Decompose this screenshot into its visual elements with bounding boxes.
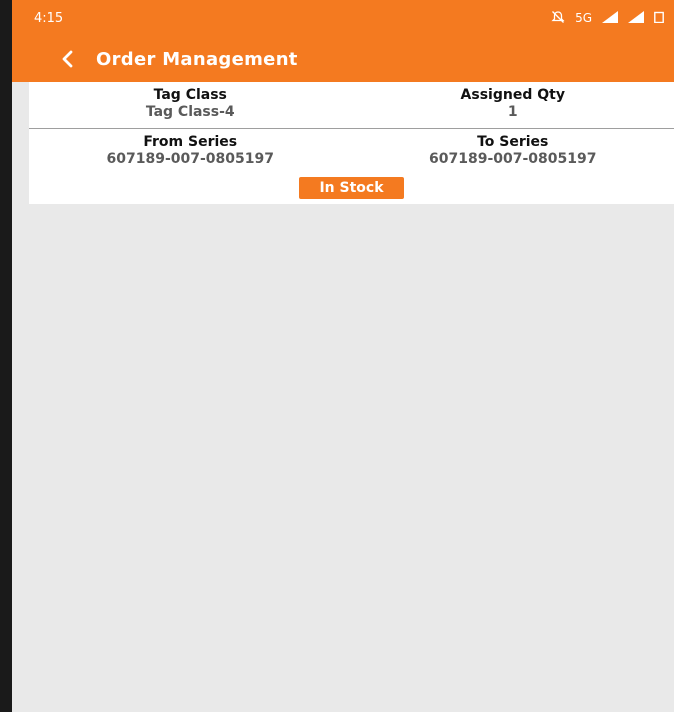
in-stock-badge[interactable]: In Stock [299, 177, 404, 199]
phone-screen: 4:15 5G Order Management Tag Class Tag C… [12, 0, 674, 712]
page-title: Order Management [96, 48, 298, 70]
from-series-label: From Series [143, 134, 238, 150]
tag-class-label: Tag Class [153, 87, 227, 103]
assigned-qty-label: Assigned Qty [460, 87, 565, 103]
tag-class-column: Tag Class Tag Class-4 [29, 82, 352, 128]
signal-icon-2 [628, 10, 644, 26]
tag-row: Tag Class Tag Class-4 Assigned Qty 1 [29, 82, 674, 129]
status-bar: 4:15 5G [12, 0, 674, 36]
signal-icon [602, 10, 618, 26]
tag-class-value: Tag Class-4 [145, 104, 235, 120]
status-icons: 5G [551, 10, 664, 27]
from-series-column: From Series 607189-007-0805197 [29, 129, 352, 179]
status-time: 4:15 [34, 10, 64, 26]
network-label: 5G [575, 11, 592, 25]
battery-icon [654, 11, 664, 26]
assigned-qty-column: Assigned Qty 1 [352, 82, 674, 128]
status-wrap: In Stock [29, 177, 674, 199]
mute-icon [551, 10, 565, 27]
back-arrow-icon[interactable] [60, 44, 96, 74]
to-series-column: To Series 607189-007-0805197 [352, 129, 674, 179]
to-series-label: To Series [477, 134, 549, 150]
series-row: From Series 607189-007-0805197 To Series… [29, 129, 674, 179]
to-series-value: 607189-007-0805197 [429, 151, 597, 167]
assigned-qty-value: 1 [507, 104, 518, 120]
app-bar: Order Management [12, 36, 674, 82]
from-series-value: 607189-007-0805197 [106, 151, 274, 167]
order-card: Tag Class Tag Class-4 Assigned Qty 1 Fro… [29, 82, 674, 204]
